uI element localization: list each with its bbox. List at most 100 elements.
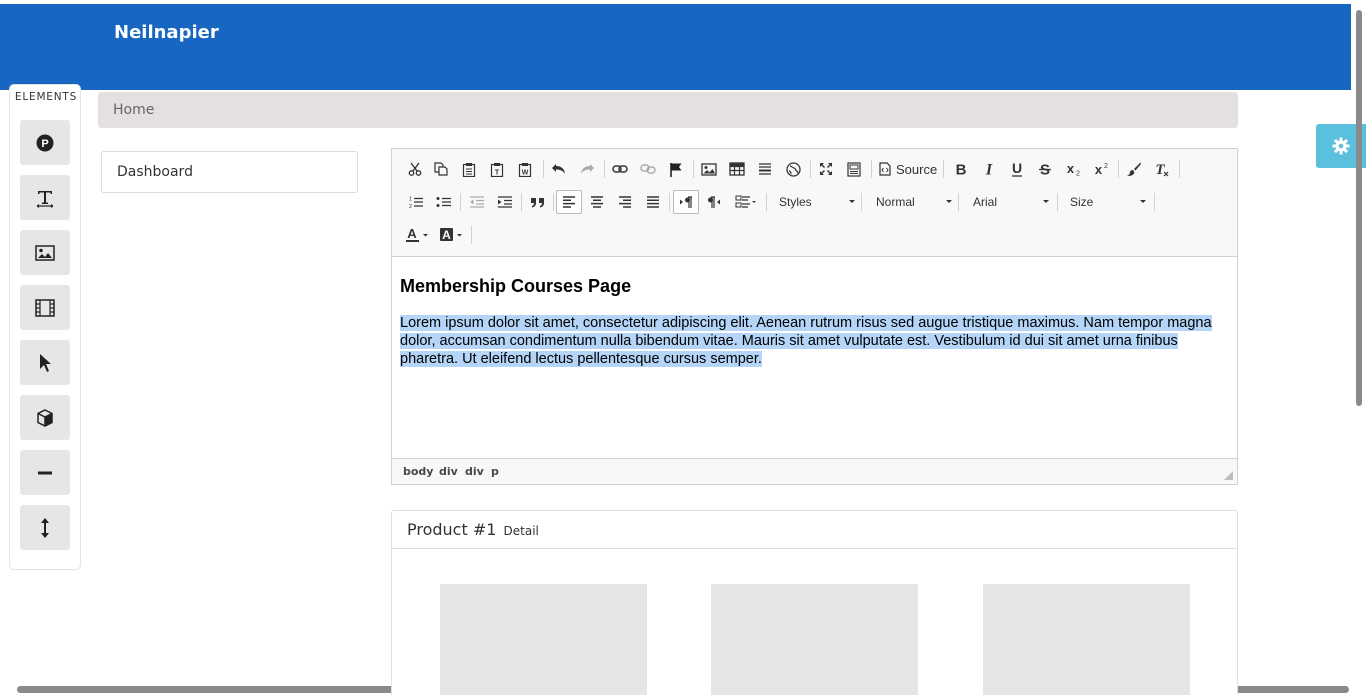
subscript-button[interactable]: x2	[1062, 157, 1084, 181]
paste-icon	[462, 162, 476, 177]
align-center-button[interactable]	[586, 190, 608, 214]
path-item-body[interactable]: body	[403, 465, 433, 478]
horizontal-line-button[interactable]	[754, 157, 776, 181]
chevron-down-icon	[849, 200, 855, 203]
horizontal-line-icon	[759, 163, 771, 175]
text-element-button[interactable]	[20, 175, 70, 220]
svg-text:2: 2	[1076, 171, 1080, 177]
selected-text[interactable]: Lorem ipsum dolor sit amet, consectetur …	[400, 315, 1212, 367]
product-image-placeholder	[983, 584, 1190, 695]
increase-indent-button[interactable]	[493, 190, 515, 214]
size-dropdown[interactable]: Size	[1062, 190, 1150, 214]
svg-text:x: x	[1067, 162, 1075, 176]
sidebar-item-dashboard[interactable]: Dashboard	[101, 151, 358, 193]
path-item-div[interactable]: div	[439, 465, 458, 478]
maximize-icon	[820, 163, 832, 175]
show-blocks-button[interactable]	[843, 157, 865, 181]
maximize-button[interactable]	[815, 157, 837, 181]
font-label: Arial	[973, 195, 998, 209]
svg-text:I: I	[985, 162, 993, 176]
align-left-button[interactable]	[556, 190, 582, 214]
pointer-element-button[interactable]	[20, 340, 70, 385]
paste-button[interactable]	[458, 157, 480, 181]
breadcrumb-home[interactable]: Home	[113, 102, 154, 118]
resize-handle[interactable]	[1224, 471, 1233, 480]
divider-element-button[interactable]	[20, 450, 70, 495]
path-item-p[interactable]: p	[491, 465, 499, 478]
sidebar-item-label: Dashboard	[117, 164, 193, 180]
copy-formatting-button[interactable]	[1123, 157, 1145, 181]
paint-brush-icon	[1127, 162, 1141, 176]
box-element-button[interactable]	[20, 395, 70, 440]
image-button[interactable]	[698, 157, 720, 181]
video-element-button[interactable]	[20, 285, 70, 330]
text-color-icon: A	[406, 227, 428, 242]
table-button[interactable]	[726, 157, 748, 181]
product-title: Product #1 Detail	[407, 520, 539, 539]
chevron-down-icon	[1140, 200, 1146, 203]
svg-text:T: T	[1155, 162, 1165, 177]
brand-name[interactable]: Neilnapier	[114, 22, 219, 43]
path-item-div[interactable]: div	[465, 465, 484, 478]
align-left-icon	[563, 196, 575, 208]
format-dropdown[interactable]: Normal	[868, 190, 956, 214]
undo-icon	[552, 164, 565, 174]
font-dropdown[interactable]: Arial	[965, 190, 1053, 214]
blockquote-button[interactable]	[526, 190, 548, 214]
image-element-button[interactable]	[20, 230, 70, 275]
paragraph-element-button[interactable]: P	[20, 120, 70, 165]
vertical-scrollbar[interactable]	[1356, 10, 1362, 406]
breadcrumb: Home	[98, 92, 1238, 128]
italic-button[interactable]: I	[978, 157, 1000, 181]
styles-dropdown[interactable]: Styles	[771, 190, 859, 214]
underline-button[interactable]: U	[1006, 157, 1028, 181]
subscript-icon: x2	[1067, 162, 1080, 177]
numbered-list-icon: 12	[408, 197, 423, 209]
redo-button[interactable]	[576, 157, 598, 181]
spacer-element-button[interactable]	[20, 505, 70, 550]
numbered-list-button[interactable]: 12	[404, 190, 426, 214]
language-button[interactable]	[731, 190, 761, 214]
product-image-placeholder	[711, 584, 918, 695]
indent-icon	[497, 196, 512, 208]
rtl-icon	[708, 196, 720, 208]
anchor-button[interactable]	[665, 157, 687, 181]
editor-content[interactable]: Membership Courses Page Lorem ipsum dolo…	[400, 265, 1230, 368]
flag-icon	[670, 162, 682, 177]
paste-text-button[interactable]: T	[486, 157, 508, 181]
cut-button[interactable]	[404, 157, 426, 181]
elements-panel: ELEMENTS P	[9, 84, 81, 570]
strikethrough-button[interactable]: S	[1034, 157, 1056, 181]
table-icon	[729, 162, 745, 176]
svg-text:2: 2	[408, 204, 411, 209]
text-direction-ltr-button[interactable]	[673, 190, 699, 214]
align-right-button[interactable]	[614, 190, 636, 214]
text-color-button[interactable]: A	[404, 223, 432, 247]
svg-text:x: x	[1095, 162, 1103, 176]
copy-button[interactable]	[430, 157, 452, 181]
background-color-button[interactable]: A	[438, 223, 466, 247]
ltr-icon	[680, 196, 692, 208]
undo-button[interactable]	[548, 157, 570, 181]
source-button[interactable]: Source	[876, 157, 938, 181]
justify-button[interactable]	[642, 190, 664, 214]
image-icon	[35, 244, 55, 261]
pointer-icon	[40, 353, 51, 372]
page-heading[interactable]: Membership Courses Page	[400, 276, 1230, 297]
superscript-button[interactable]: x2	[1090, 157, 1112, 181]
iframe-button[interactable]	[782, 157, 804, 181]
paste-word-icon: W	[518, 162, 532, 177]
editor-toolbar: T W Source B I U S x 2 x 2 T 1 2 Styles …	[392, 149, 1237, 257]
paste-word-button[interactable]: W	[514, 157, 536, 181]
unlink-button[interactable]	[637, 157, 659, 181]
remove-format-button[interactable]: T	[1151, 157, 1173, 181]
bold-button[interactable]: B	[950, 157, 972, 181]
editor-paragraph[interactable]: Lorem ipsum dolor sit amet, consectetur …	[400, 314, 1230, 368]
link-button[interactable]	[609, 157, 631, 181]
bulleted-list-button[interactable]	[432, 190, 454, 214]
text-direction-rtl-button[interactable]	[703, 190, 725, 214]
styles-label: Styles	[779, 195, 812, 209]
svg-text:1: 1	[408, 197, 411, 203]
svg-text:P: P	[41, 138, 48, 150]
decrease-indent-button[interactable]	[465, 190, 487, 214]
